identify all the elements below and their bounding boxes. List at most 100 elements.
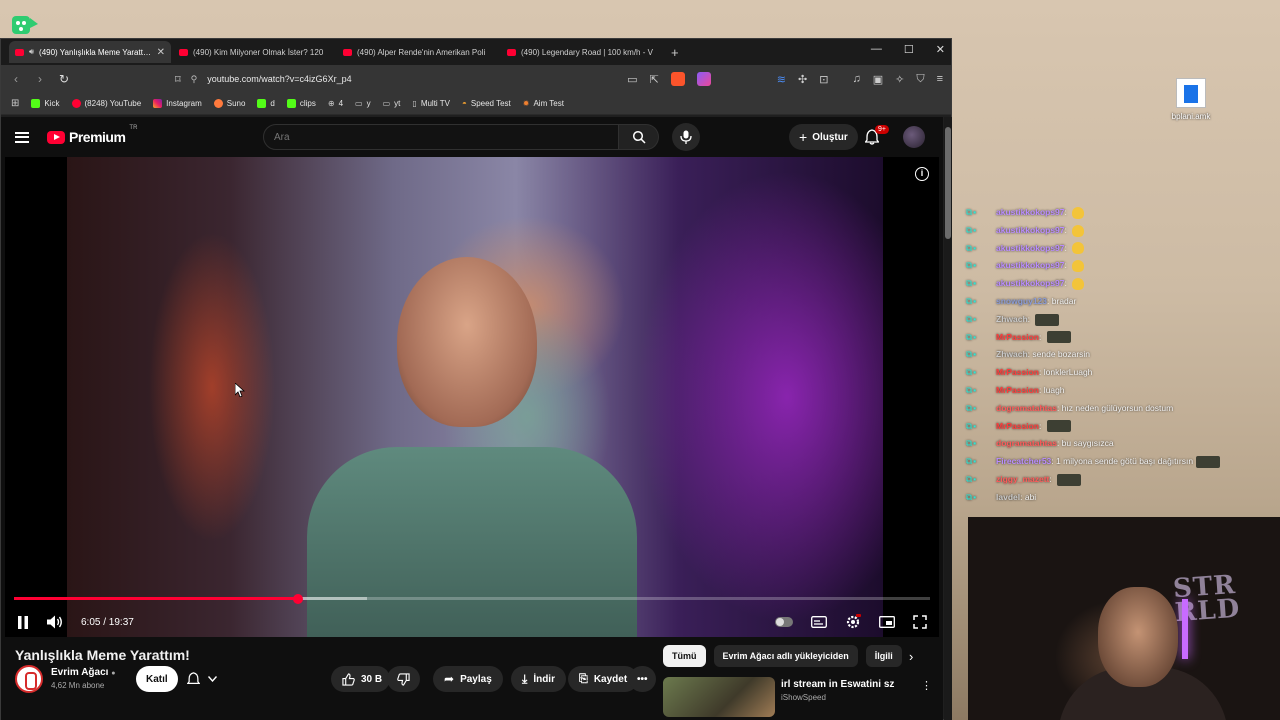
- menu-icon[interactable]: ≡: [937, 73, 943, 85]
- apps-grid-icon[interactable]: ⊞: [11, 98, 19, 109]
- site-info-icon[interactable]: ⚲: [191, 74, 198, 85]
- reload-icon[interactable]: ↻: [57, 72, 71, 86]
- more-vertical-icon[interactable]: ⋮: [921, 679, 932, 692]
- window-controls: — ☐ ✕: [871, 43, 945, 56]
- tab-title: (490) Legendary Road | 100 km/h - V: [521, 47, 653, 57]
- search-input[interactable]: [263, 124, 619, 150]
- recommended-video[interactable]: irl stream in Eswatini sz iShowSpeed ⋮: [663, 677, 933, 717]
- minimize-icon[interactable]: —: [871, 43, 882, 56]
- bookmark-instagram[interactable]: Instagram: [153, 99, 202, 108]
- chevron-right-icon[interactable]: ›: [909, 649, 913, 664]
- bookmark-aim-test[interactable]: ✹ Aim Test: [523, 99, 564, 108]
- music-icon[interactable]: ♫: [852, 73, 860, 85]
- address-bar[interactable]: ⌑ ⚲ youtube.com/watch?v=c4izG6Xr_p4: [81, 68, 617, 90]
- logo-region: TR: [129, 125, 138, 131]
- bookmark-multi-tv[interactable]: ▯ Multi TV: [412, 99, 450, 108]
- brave-shield-icon[interactable]: [670, 72, 685, 86]
- share-button[interactable]: ➦ Paylaş: [433, 666, 503, 692]
- join-button[interactable]: Katıl: [136, 666, 178, 692]
- desktop-file[interactable]: bplani.amk: [1166, 78, 1216, 121]
- tab-video[interactable]: 🔊︎ (490) Yanlışlıkla Meme Yarattım ✕: [9, 41, 171, 63]
- miniplayer-icon[interactable]: [879, 616, 895, 628]
- subtitles-icon[interactable]: [811, 616, 827, 628]
- close-window-icon[interactable]: ✕: [936, 43, 945, 56]
- bookmark-yt[interactable]: ▭ yt: [383, 99, 401, 108]
- progress-scrubber[interactable]: [292, 593, 303, 604]
- volume-icon[interactable]: [47, 615, 63, 629]
- settings-gear-icon[interactable]: [845, 614, 861, 630]
- progress-bar[interactable]: [14, 593, 930, 604]
- app-launcher-icon[interactable]: [8, 10, 38, 40]
- bookmark-y[interactable]: ▭ y: [355, 99, 371, 108]
- search-bar: [263, 124, 659, 150]
- bookmark-kick[interactable]: Kick: [31, 99, 60, 108]
- bookmark-icon[interactable]: ⌑: [175, 73, 181, 86]
- wave-emote-icon: [1072, 206, 1085, 219]
- chat-username: MrPassion: [996, 367, 1039, 378]
- translate-icon[interactable]: ≋: [777, 73, 786, 86]
- chip-related[interactable]: İlgili: [865, 645, 902, 667]
- bookmark-suno[interactable]: Suno: [213, 99, 245, 108]
- more-actions-button[interactable]: •••: [629, 666, 656, 692]
- chip-from-uploader[interactable]: Evrim Ağacı adlı yükleyiciden: [713, 645, 858, 667]
- video-player[interactable]: i 6:05 / 19:37: [5, 157, 939, 637]
- tab-milyoner[interactable]: (490) Kim Milyoner Olmak İster? 120: [173, 41, 335, 63]
- dislike-button[interactable]: [387, 666, 420, 692]
- bookmark-label: y: [366, 99, 371, 108]
- youtube-logo[interactable]: Premium TR: [47, 125, 137, 145]
- chat-badges-icon: ⧉▪: [966, 420, 978, 431]
- create-button[interactable]: + Oluştur: [789, 124, 858, 150]
- chat-message: ⧉▪ MrPassion: luagh: [966, 382, 1276, 400]
- channel-avatar[interactable]: [15, 665, 43, 693]
- tab-legendary-road[interactable]: (490) Legendary Road | 100 km/h - V: [501, 41, 663, 63]
- speaker-icon: 🔊︎: [29, 47, 35, 56]
- save-label: Kaydet: [593, 673, 628, 685]
- wallet-icon[interactable]: ▣: [873, 73, 883, 86]
- recommended-title[interactable]: irl stream in Eswatini sz: [781, 679, 894, 690]
- chat-badges-icon: ⧉▪: [966, 278, 978, 289]
- video-frame: [67, 157, 883, 637]
- thumbs-up-icon: [342, 672, 355, 686]
- channel-name-wrap[interactable]: Evrim Ağacı ●: [51, 667, 115, 678]
- bookmark-4[interactable]: ⊕ 4: [328, 99, 343, 108]
- forward-icon[interactable]: ›: [33, 72, 47, 86]
- chat-message: ⧉▪ dogramatahtas: bu saygısızca: [966, 435, 1276, 453]
- vpn-icon[interactable]: ⛉: [916, 73, 924, 86]
- cast-icon[interactable]: ▭: [627, 73, 637, 86]
- new-tab-button[interactable]: +: [671, 45, 679, 60]
- like-button[interactable]: 30 B: [331, 666, 391, 692]
- back-icon[interactable]: ‹: [9, 72, 23, 86]
- close-icon[interactable]: ✕: [157, 47, 165, 58]
- bookmark-clips[interactable]: clips: [286, 99, 316, 108]
- subscribe-bell-button[interactable]: [187, 666, 227, 692]
- scrollbar-thumb[interactable]: [945, 127, 951, 239]
- extensions-icon[interactable]: ✣: [798, 73, 807, 86]
- chat-username: akustikkokops97: [996, 224, 1065, 235]
- tab-alper-rende[interactable]: (490) Alper Rende'nin Amerikan Poli: [337, 41, 499, 63]
- page-scrollbar[interactable]: [944, 117, 952, 720]
- screenshot-icon[interactable]: ⊡: [819, 73, 828, 86]
- chat-message: ⧉▪ Zhwach: sende bozarsin: [966, 346, 1276, 364]
- search-button[interactable]: [619, 124, 659, 150]
- voice-search-button[interactable]: [672, 123, 700, 151]
- fullscreen-icon[interactable]: [913, 615, 927, 629]
- hamburger-menu-icon[interactable]: [15, 131, 29, 143]
- share-icon[interactable]: ⇱: [650, 73, 659, 86]
- autoplay-toggle[interactable]: [775, 617, 793, 627]
- bookmark-youtube[interactable]: (8248) YouTube: [71, 99, 141, 108]
- url-text[interactable]: youtube.com/watch?v=c4izG6Xr_p4: [207, 74, 351, 84]
- download-button[interactable]: ⤓ İndir: [511, 666, 566, 692]
- brave-rewards-icon[interactable]: [696, 72, 711, 86]
- leo-icon[interactable]: ✧: [895, 73, 904, 86]
- maximize-icon[interactable]: ☐: [904, 43, 914, 56]
- info-icon[interactable]: i: [915, 167, 929, 181]
- channel-name[interactable]: Evrim Ağacı: [51, 667, 108, 678]
- pause-icon[interactable]: [17, 615, 29, 629]
- save-button[interactable]: ⎘ Kaydet: [568, 666, 639, 692]
- chip-all[interactable]: Tümü: [663, 645, 706, 667]
- bookmark-d[interactable]: d: [257, 99, 275, 108]
- account-avatar[interactable]: [903, 126, 925, 148]
- bookmark-speed-test[interactable]: ◓ Speed Test: [462, 99, 511, 108]
- recommended-thumbnail[interactable]: [663, 677, 775, 717]
- youtube-favicon-icon: [507, 48, 516, 56]
